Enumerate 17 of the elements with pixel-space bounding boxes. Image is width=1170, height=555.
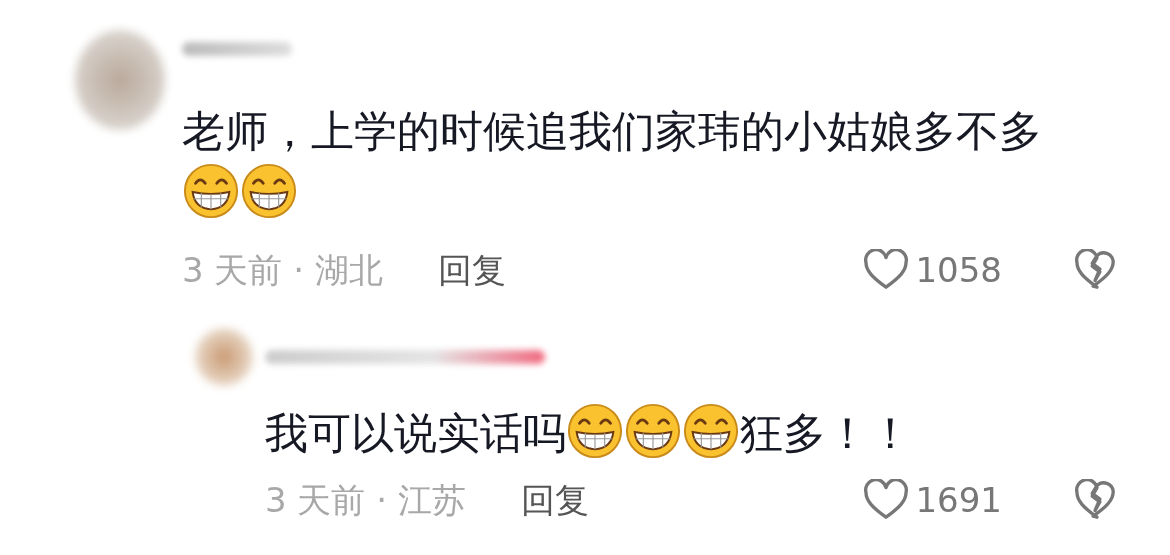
like-count: 1691 — [915, 479, 1002, 522]
comment-text: 狂多！！ — [740, 408, 912, 458]
grin-emoji-icon — [566, 402, 624, 460]
comment-text: 我可以说实话吗 — [265, 408, 566, 458]
heart-icon[interactable] — [863, 479, 910, 521]
grin-emoji-icon — [182, 162, 240, 220]
like-count: 1058 — [915, 249, 1002, 292]
avatar — [195, 328, 253, 386]
heart-icon[interactable] — [863, 249, 910, 291]
comment-meta: 3 天前 · 江苏 — [265, 479, 466, 522]
grin-emoji-icon — [240, 162, 298, 220]
grin-emoji-icon — [624, 402, 682, 460]
grin-emoji-icon — [682, 402, 740, 460]
reply-button[interactable]: 回复 — [520, 472, 589, 528]
comment-meta: 3 天前 · 湖北 — [182, 249, 383, 292]
comment-text: 老师，上学的时候追我们家玮的小姑娘多不多 — [182, 106, 1042, 156]
reply-button[interactable]: 回复 — [437, 242, 506, 298]
